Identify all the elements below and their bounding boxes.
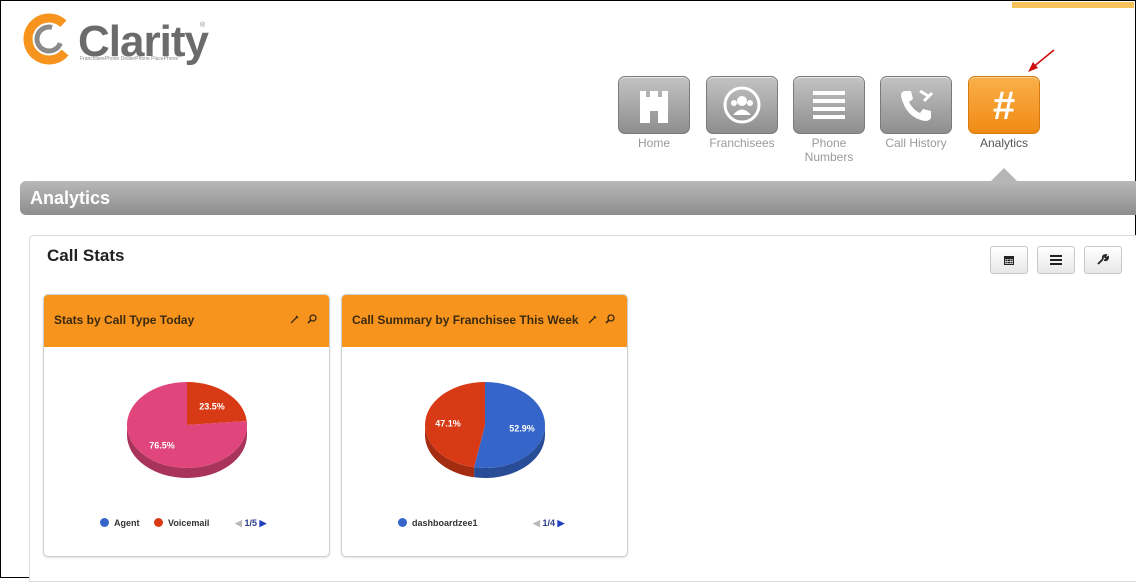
nav-home-button[interactable] [618,76,690,134]
nav-phone-numbers[interactable]: Phone Numbers [791,76,867,164]
panel-title: Call Stats [47,246,125,265]
legend-label: Voicemail [168,518,210,528]
calendar-button[interactable] [990,246,1028,274]
pager-next-icon[interactable]: ▶ [259,518,266,528]
clarity-logo[interactable]: Clarity ® FranchiseePhone DealerPhone Pl… [22,12,212,68]
widget-actions [584,311,615,329]
widget-title: Stats by Call Type Today [54,313,195,327]
nav-franchisees[interactable]: Franchisees [704,76,780,150]
legend-item[interactable]: dashboardzee1 [398,518,478,528]
pie-slice-label: 76.5% [149,441,175,451]
legend-dot [154,518,164,527]
legend-label: dashboardzee1 [412,518,478,528]
phone-numbers-icon [813,91,845,119]
franchisees-icon [723,86,761,124]
legend-dot [100,518,109,527]
nav-call-history[interactable]: Call History [878,76,954,150]
pie-chart: 23.5% 76.5% [127,382,247,478]
pie-slice-label: 23.5% [199,401,225,411]
legend-pager: ◀ 1/4 ▶ [533,518,564,529]
red-arrow-annotation-icon [1028,49,1055,72]
nav-analytics-label: Analytics [979,136,1029,150]
chart-legend: Agent Voicemail [100,518,221,528]
active-tab-pointer [990,168,1018,182]
legend-dot [398,518,407,527]
pager-text: 1/4 [542,518,555,528]
nav-call-history-label: Call History [885,136,947,150]
list-icon [1050,255,1062,265]
widget-stats-by-call-type: Stats by Call Type Today 23.5% 76.5% Agen… [43,294,330,557]
wrench-icon [1097,254,1109,265]
nav-home[interactable]: Home [616,76,692,150]
pager-text: 1/5 [244,518,257,528]
top-accent-line [1012,2,1134,8]
widget-title: Call Summary by Franchisee This Week [352,313,579,327]
nav-call-history-button[interactable] [880,76,952,134]
nav-analytics[interactable]: # Analytics [966,76,1042,150]
legend-label: Agent [114,518,140,528]
pie-chart: 52.9% 47.1% [424,382,545,478]
legend-pager: ◀ 1/5 ▶ [235,518,266,529]
legend-item[interactable]: Voicemail [154,518,209,528]
calendar-icon [1004,256,1014,265]
section-header-bar: Analytics [20,181,1136,215]
edit-icon[interactable] [588,311,597,329]
svg-text:#: # [993,85,1015,125]
pie-slice-label: 47.1% [435,419,461,429]
logo-tagline: FranchiseePhone DealerPhone PlacePhone [80,56,179,62]
widget-call-summary-by-franchisee: Call Summary by Franchisee This Week 52.… [341,294,628,557]
call-history-icon [901,89,934,121]
legend-item[interactable]: Agent [100,518,140,528]
nav-franchisees-label: Franchisees [709,136,775,150]
list-button[interactable] [1037,246,1075,274]
chart-legend: dashboardzee1 [398,518,490,528]
nav-analytics-button[interactable]: # [968,76,1040,134]
logo-ring-icon [23,13,75,65]
pager-prev-icon[interactable]: ◀ [533,518,540,528]
hash-icon: # [993,85,1015,125]
edit-icon[interactable] [290,311,299,329]
nav-phone-numbers-button[interactable] [793,76,865,134]
widget-actions [286,311,317,329]
nav-phone-numbers-label: Phone Numbers [804,136,854,164]
home-icon [640,91,668,123]
section-title: Analytics [30,188,111,208]
pie-slice-label: 52.9% [509,423,535,433]
pager-next-icon[interactable]: ▶ [557,518,564,528]
widget-header: Stats by Call Type Today [44,295,329,347]
nav-home-label: Home [637,136,670,150]
logo-trademark: ® [200,22,206,29]
pager-prev-icon[interactable]: ◀ [235,518,242,528]
settings-button[interactable] [1084,246,1122,274]
zoom-icon[interactable] [605,311,615,329]
nav-franchisees-button[interactable] [706,76,778,134]
zoom-icon[interactable] [307,311,317,329]
widget-header: Call Summary by Franchisee This Week [342,295,627,347]
